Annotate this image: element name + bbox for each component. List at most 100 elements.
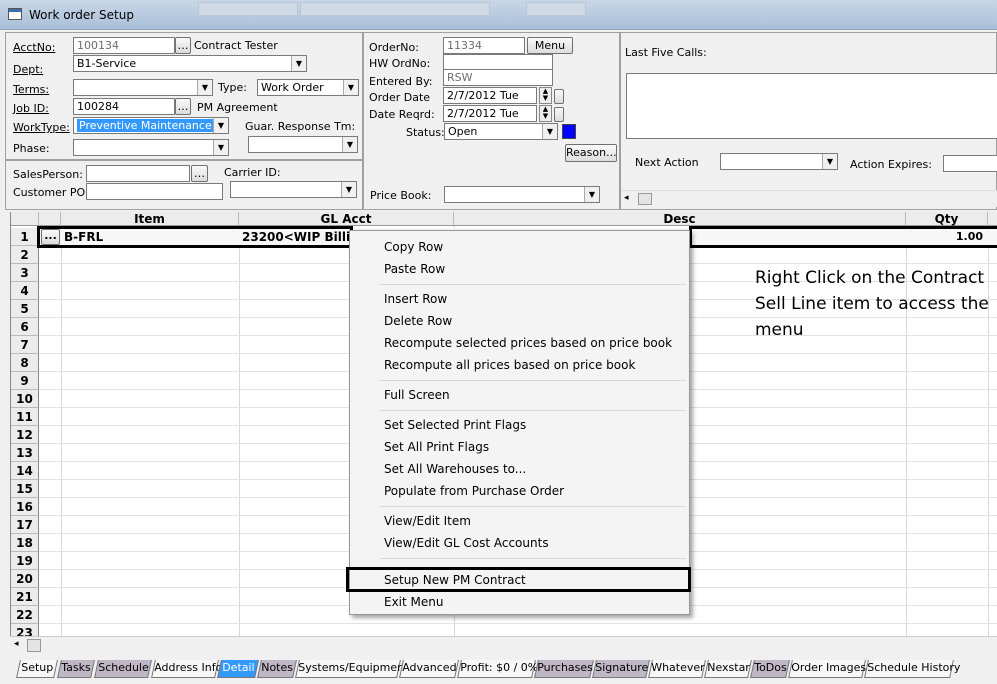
menu-item-view-edit-item[interactable]: View/Edit Item: [384, 514, 471, 528]
column-header-desc[interactable]: Desc: [454, 212, 906, 226]
tab-purchases[interactable]: Purchases: [534, 660, 594, 678]
row-number[interactable]: 17: [11, 516, 39, 534]
reason-button[interactable]: Reason...: [565, 144, 617, 162]
worktype-select[interactable]: Preventive Maintenance ▼: [73, 117, 229, 134]
tab-address-info[interactable]: Address Info: [151, 660, 222, 678]
grid-hscrollbar[interactable]: ◂: [10, 636, 997, 654]
menu-item-copy-row[interactable]: Copy Row: [384, 240, 443, 254]
column-header-gl-acct[interactable]: GL Acct: [239, 212, 454, 226]
chevron-down-icon[interactable]: ▼: [542, 124, 557, 139]
date-reqrd-picker-button[interactable]: [554, 107, 564, 122]
terms-select[interactable]: ▼: [73, 79, 213, 96]
tab-setup[interactable]: Setup: [16, 660, 58, 678]
row-number[interactable]: 16: [11, 498, 39, 516]
tab-tasks[interactable]: Tasks: [57, 660, 95, 678]
tab-advanced[interactable]: Advanced: [399, 660, 459, 678]
scroll-thumb[interactable]: [27, 639, 41, 652]
column-header-qty[interactable]: Qty: [906, 212, 988, 226]
salesperson-input[interactable]: [86, 165, 190, 182]
spin-arrows-icon[interactable]: ▲ ▼: [539, 87, 552, 104]
customer-po-input[interactable]: [86, 183, 223, 200]
scroll-thumb[interactable]: [638, 193, 652, 205]
order-date-picker-button[interactable]: [554, 89, 564, 104]
row-number[interactable]: 20: [11, 570, 39, 588]
order-date-input[interactable]: 2/7/2012 Tue: [443, 87, 537, 104]
acct-input[interactable]: 100134: [73, 37, 175, 54]
row-number[interactable]: 4: [11, 282, 39, 300]
chevron-down-icon[interactable]: ▼: [213, 118, 228, 133]
job-input[interactable]: 100284: [73, 98, 175, 115]
carrier-select[interactable]: ▼: [230, 181, 357, 198]
row-number[interactable]: 18: [11, 534, 39, 552]
row-number[interactable]: 19: [11, 552, 39, 570]
column-header-item[interactable]: Item: [61, 212, 239, 226]
job-lookup-button[interactable]: …: [175, 98, 191, 115]
menu-item-recompute-selected[interactable]: Recompute selected prices based on price…: [384, 336, 672, 350]
scroll-left-icon[interactable]: ◂: [624, 193, 629, 203]
chevron-down-icon[interactable]: ▼: [822, 154, 837, 169]
menu-item-recompute-all[interactable]: Recompute all prices based on price book: [384, 358, 635, 372]
entered-by-input[interactable]: RSW: [443, 69, 553, 86]
row-number[interactable]: 13: [11, 444, 39, 462]
dept-select[interactable]: B1-Service ▼: [73, 55, 307, 72]
spin-arrows-icon[interactable]: ▲ ▼: [539, 105, 552, 122]
menu-item-set-selected-print-flags[interactable]: Set Selected Print Flags: [384, 418, 526, 432]
menu-item-set-all-warehouses[interactable]: Set All Warehouses to...: [384, 462, 526, 476]
chevron-down-icon[interactable]: ▼: [342, 137, 357, 152]
tab-nexstar[interactable]: Nexstar: [704, 660, 752, 678]
type-select[interactable]: Work Order ▼: [257, 79, 359, 96]
chevron-down-icon[interactable]: ▼: [343, 80, 358, 95]
action-expires-input[interactable]: [943, 155, 997, 172]
row-number[interactable]: 9: [11, 372, 39, 390]
guar-response-select[interactable]: ▼: [248, 136, 358, 153]
menu-item-view-edit-gl[interactable]: View/Edit GL Cost Accounts: [384, 536, 549, 550]
menu-item-full-screen[interactable]: Full Screen: [384, 388, 450, 402]
tab-detail[interactable]: Detail: [217, 660, 259, 678]
phase-select[interactable]: ▼: [73, 139, 229, 156]
orderno-input[interactable]: 11334: [443, 37, 525, 54]
row-number[interactable]: 6: [11, 318, 39, 336]
tab-schedule-history[interactable]: Schedule History: [864, 660, 960, 678]
salesperson-lookup-button[interactable]: …: [191, 165, 208, 182]
next-action-select[interactable]: ▼: [720, 153, 838, 170]
row-number[interactable]: 11: [11, 408, 39, 426]
tab-whatever[interactable]: Whatever: [648, 660, 706, 678]
menu-item-setup-new-pm-contract[interactable]: Setup New PM Contract: [384, 573, 526, 587]
tab-order-images[interactable]: Order Images: [788, 660, 866, 678]
menu-item-exit-menu[interactable]: Exit Menu: [384, 595, 443, 609]
scroll-left-icon[interactable]: ◂: [14, 639, 19, 649]
last-five-calls-list[interactable]: [626, 73, 997, 139]
row-number[interactable]: 7: [11, 336, 39, 354]
row-number[interactable]: 10: [11, 390, 39, 408]
row-number[interactable]: 8: [11, 354, 39, 372]
tab-todos[interactable]: ToDos: [750, 660, 790, 678]
row-number[interactable]: 14: [11, 462, 39, 480]
menu-item-paste-row[interactable]: Paste Row: [384, 262, 445, 276]
row-number[interactable]: 2: [11, 246, 39, 264]
row-number[interactable]: 21: [11, 588, 39, 606]
date-reqrd-input[interactable]: 2/7/2012 Tue: [443, 105, 537, 122]
status-select[interactable]: Open ▼: [444, 123, 558, 140]
menu-item-set-all-print-flags[interactable]: Set All Print Flags: [384, 440, 489, 454]
tab-signature[interactable]: Signature: [592, 660, 650, 678]
menu-button[interactable]: Menu: [527, 37, 573, 54]
chevron-down-icon[interactable]: ▼: [584, 187, 599, 202]
row-number[interactable]: 12: [11, 426, 39, 444]
acct-lookup-button[interactable]: …: [175, 37, 191, 54]
row-number[interactable]: 15: [11, 480, 39, 498]
row-number[interactable]: 5: [11, 300, 39, 318]
tab-profit[interactable]: Profit: $0 / 0%: [457, 660, 538, 678]
price-book-select[interactable]: ▼: [444, 186, 600, 203]
tab-notes[interactable]: Notes: [257, 660, 297, 678]
menu-item-populate-from-po[interactable]: Populate from Purchase Order: [384, 484, 564, 498]
chevron-down-icon[interactable]: ▼: [291, 56, 306, 71]
chevron-down-icon[interactable]: ▼: [341, 182, 356, 197]
row-number[interactable]: 3: [11, 264, 39, 282]
tab-systems-equipment[interactable]: Systems/Equipment: [295, 660, 408, 678]
row-number[interactable]: 1: [11, 228, 39, 246]
menu-item-insert-row[interactable]: Insert Row: [384, 292, 447, 306]
chevron-down-icon[interactable]: ▼: [197, 80, 212, 95]
menu-item-delete-row[interactable]: Delete Row: [384, 314, 452, 328]
status-color-swatch[interactable]: [562, 124, 576, 139]
row-number[interactable]: 22: [11, 606, 39, 624]
